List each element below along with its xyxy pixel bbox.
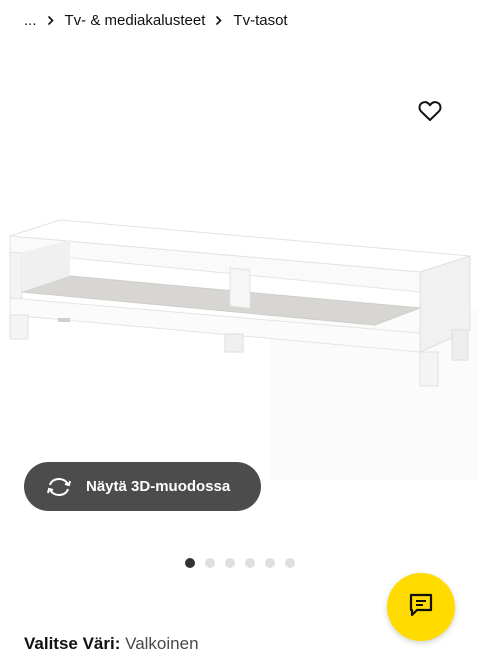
breadcrumb-item-tv-benches[interactable]: Tv-tasot (233, 12, 287, 29)
carousel-dot[interactable] (245, 558, 255, 568)
favorite-button[interactable] (416, 99, 444, 127)
heart-icon (418, 100, 442, 127)
carousel-dot[interactable] (205, 558, 215, 568)
color-value: Valkoinen (125, 634, 199, 653)
carousel-dot[interactable] (225, 558, 235, 568)
carousel-dot[interactable] (185, 558, 195, 568)
color-selector[interactable]: Valitse Väri: Valkoinen (24, 634, 199, 654)
chat-button[interactable] (387, 573, 455, 641)
chat-icon (408, 592, 434, 623)
product-image[interactable] (0, 180, 480, 480)
carousel-dot[interactable] (285, 558, 295, 568)
color-label: Valitse Väri: (24, 634, 121, 653)
breadcrumb: ... Tv- & mediakalusteet Tv-tasot (24, 12, 288, 29)
view-3d-label: Näytä 3D-muodossa (86, 478, 231, 495)
image-carousel-dots (185, 558, 295, 568)
chevron-right-icon (47, 15, 54, 26)
breadcrumb-item-tv-media-furniture[interactable]: Tv- & mediakalusteet (65, 12, 206, 29)
breadcrumb-ellipsis[interactable]: ... (24, 12, 37, 29)
carousel-dot[interactable] (265, 558, 275, 568)
rotate-3d-icon (46, 477, 72, 497)
chevron-right-icon (215, 15, 223, 26)
view-3d-button[interactable]: Näytä 3D-muodossa (24, 462, 261, 511)
